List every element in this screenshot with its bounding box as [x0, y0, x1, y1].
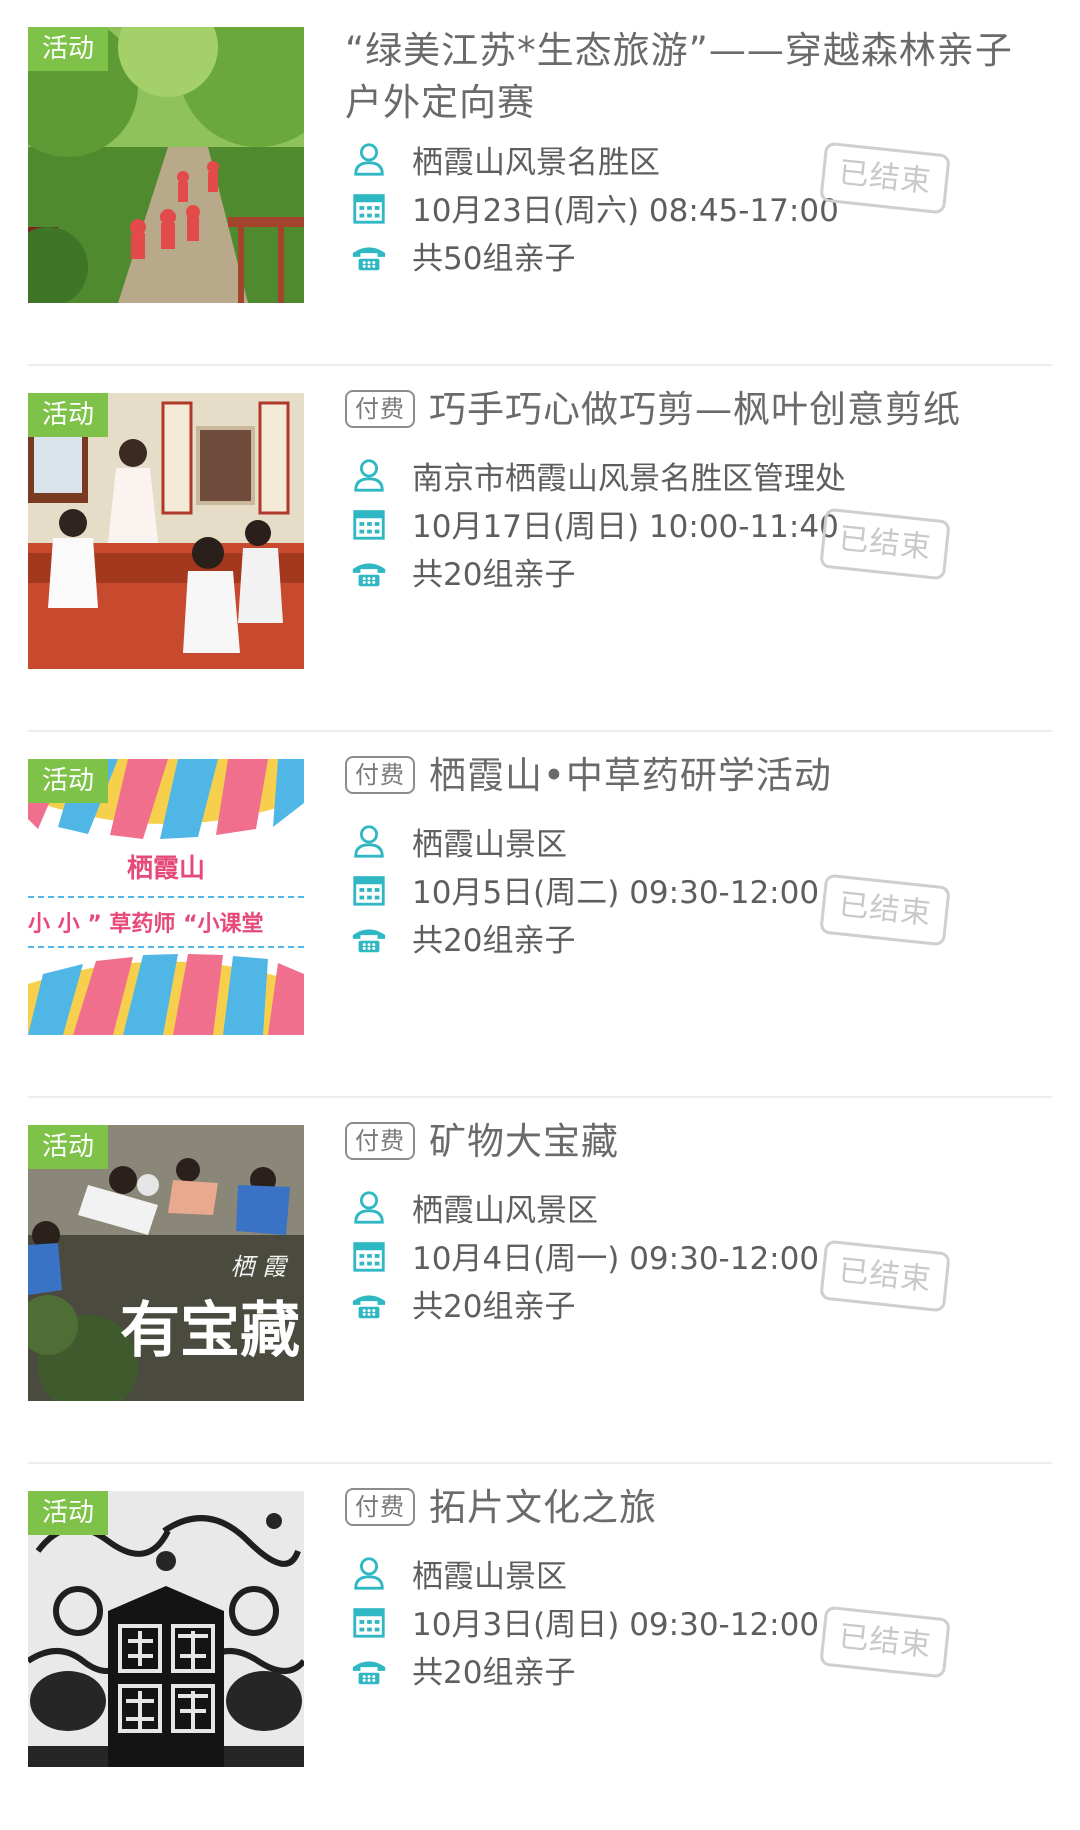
organizer-row: 南京市栖霞山风景名胜区管理处	[350, 451, 846, 499]
event-title[interactable]: 付费 栖霞山•中草药研学活动	[345, 750, 1035, 802]
paid-badge: 付费	[345, 389, 415, 428]
phone-icon	[352, 247, 386, 271]
phone-icon	[352, 929, 386, 953]
ended-stamp: 已结束	[819, 1239, 951, 1313]
event-card[interactable]: 活动 付费 巧手巧心做巧剪—枫叶创意剪纸 南京市栖霞山风景名胜区管理处 10月17…	[0, 366, 1080, 732]
activity-tag: 活动	[28, 759, 109, 803]
event-title[interactable]: “绿美江苏*生态旅游”——穿越森林亲子户外定向赛	[345, 25, 1035, 129]
capacity-row: 共50组亲子	[350, 231, 575, 279]
calendar-icon	[353, 876, 385, 906]
person-icon	[354, 143, 384, 176]
organizer-row: 栖霞山景区	[350, 1549, 567, 1597]
person-icon	[354, 459, 384, 492]
paid-badge: 付费	[345, 1121, 415, 1160]
calendar-icon	[353, 1242, 385, 1272]
person-icon	[354, 1191, 384, 1224]
event-thumbnail[interactable]: 活动	[28, 393, 304, 669]
event-card[interactable]: 栖霞山 小 小 ” 草药师 “小课堂 活动 付费 栖霞山•中草药研学活动 栖霞山景…	[0, 732, 1080, 1098]
date-row: 10月23日(周六) 08:45-17:00	[350, 183, 839, 231]
paid-badge: 付费	[345, 755, 415, 794]
capacity-row: 共20组亲子	[350, 913, 575, 961]
ended-stamp: 已结束	[819, 141, 951, 215]
event-card[interactable]: 活动 “绿美江苏*生态旅游”——穿越森林亲子户外定向赛 栖霞山风景名胜区 10月…	[0, 0, 1080, 366]
event-thumbnail[interactable]: 活动	[28, 27, 304, 303]
event-title[interactable]: 付费 矿物大宝藏	[345, 1116, 1035, 1168]
ended-stamp: 已结束	[819, 873, 951, 947]
organizer-row: 栖霞山景区	[350, 817, 567, 865]
paid-badge: 付费	[345, 1487, 415, 1526]
calendar-icon	[353, 1608, 385, 1638]
organizer-row: 栖霞山风景名胜区	[350, 135, 660, 183]
ended-stamp: 已结束	[819, 507, 951, 581]
poster-title: 栖霞山	[127, 854, 205, 884]
event-thumbnail[interactable]: 栖霞山 小 小 ” 草药师 “小课堂 活动	[28, 759, 304, 1035]
date-row: 10月17日(周日) 10:00-11:40	[350, 499, 839, 547]
event-list: 活动 “绿美江苏*生态旅游”——穿越森林亲子户外定向赛 栖霞山风景名胜区 10月…	[0, 0, 1080, 1810]
activity-tag: 活动	[28, 27, 109, 71]
phone-icon	[352, 1661, 386, 1685]
person-icon	[354, 825, 384, 858]
calendar-icon	[353, 194, 385, 224]
poster-subtitle: 小 小 ” 草药师 “小课堂	[28, 911, 264, 937]
activity-tag: 活动	[28, 1491, 109, 1535]
date-row: 10月5日(周二) 09:30-12:00	[350, 865, 819, 913]
person-icon	[354, 1557, 384, 1590]
capacity-row: 共20组亲子	[350, 547, 575, 595]
organizer-row: 栖霞山风景区	[350, 1183, 598, 1231]
poster-small-text: 栖 霞	[230, 1253, 289, 1281]
activity-tag: 活动	[28, 1125, 109, 1169]
activity-tag: 活动	[28, 393, 109, 437]
calendar-icon	[353, 510, 385, 540]
capacity-row: 共20组亲子	[350, 1279, 575, 1327]
phone-icon	[352, 1295, 386, 1319]
event-card[interactable]: 栖 霞 有宝藏 活动 付费 矿物大宝藏 栖霞山风景区 10月4日(周一) 09:3…	[0, 1098, 1080, 1464]
event-card[interactable]: 活动 付费 拓片文化之旅 栖霞山景区 10月3日(周日) 09:30-12:00 …	[0, 1464, 1080, 1830]
event-title[interactable]: 付费 巧手巧心做巧剪—枫叶创意剪纸	[345, 384, 1035, 436]
capacity-row: 共20组亲子	[350, 1645, 575, 1693]
ended-stamp: 已结束	[819, 1605, 951, 1679]
phone-icon	[352, 563, 386, 587]
event-thumbnail[interactable]: 活动	[28, 1491, 304, 1767]
date-row: 10月4日(周一) 09:30-12:00	[350, 1231, 819, 1279]
poster-big-text: 有宝藏	[120, 1296, 300, 1366]
date-row: 10月3日(周日) 09:30-12:00	[350, 1597, 819, 1645]
event-title[interactable]: 付费 拓片文化之旅	[345, 1482, 1035, 1534]
event-thumbnail[interactable]: 栖 霞 有宝藏 活动	[28, 1125, 304, 1401]
